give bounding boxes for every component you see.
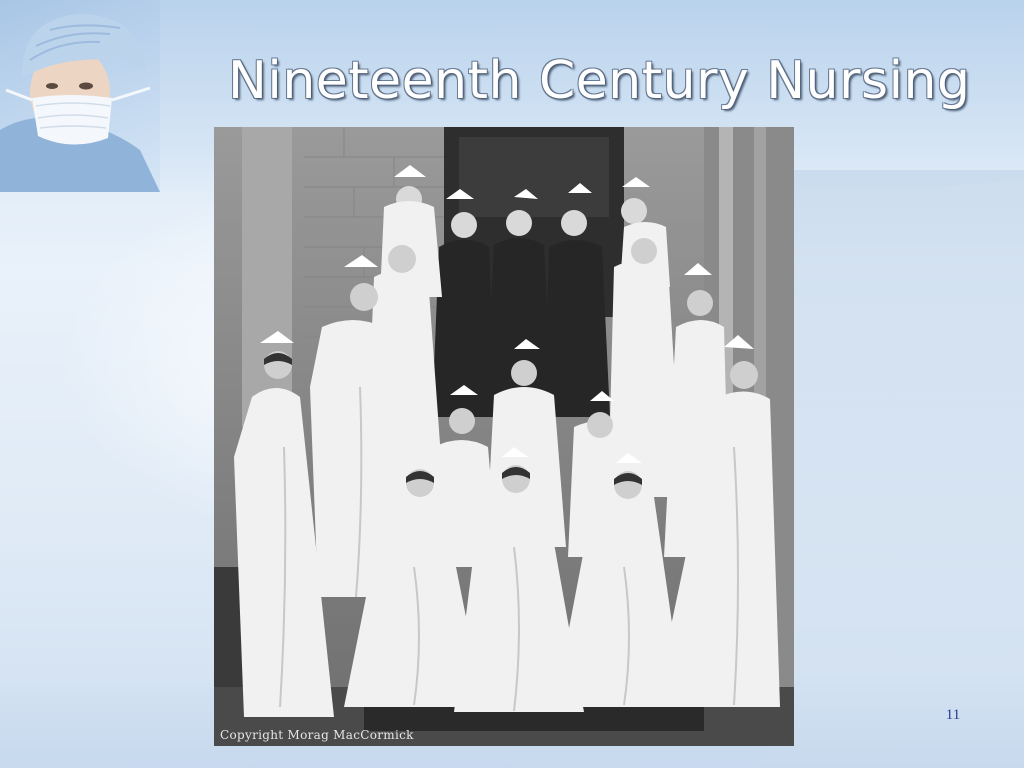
slide: Nineteenth Century Nursing Copyright Mor… (0, 0, 1024, 768)
photo-caption: Copyright Morag MacCormick (220, 728, 414, 742)
surgeon-icon (0, 0, 160, 192)
page-number: 11 (945, 707, 961, 723)
slide-title: Nineteenth Century Nursing (228, 51, 971, 111)
nurses-group-photo-icon: Copyright Morag MacCormick (214, 127, 794, 746)
